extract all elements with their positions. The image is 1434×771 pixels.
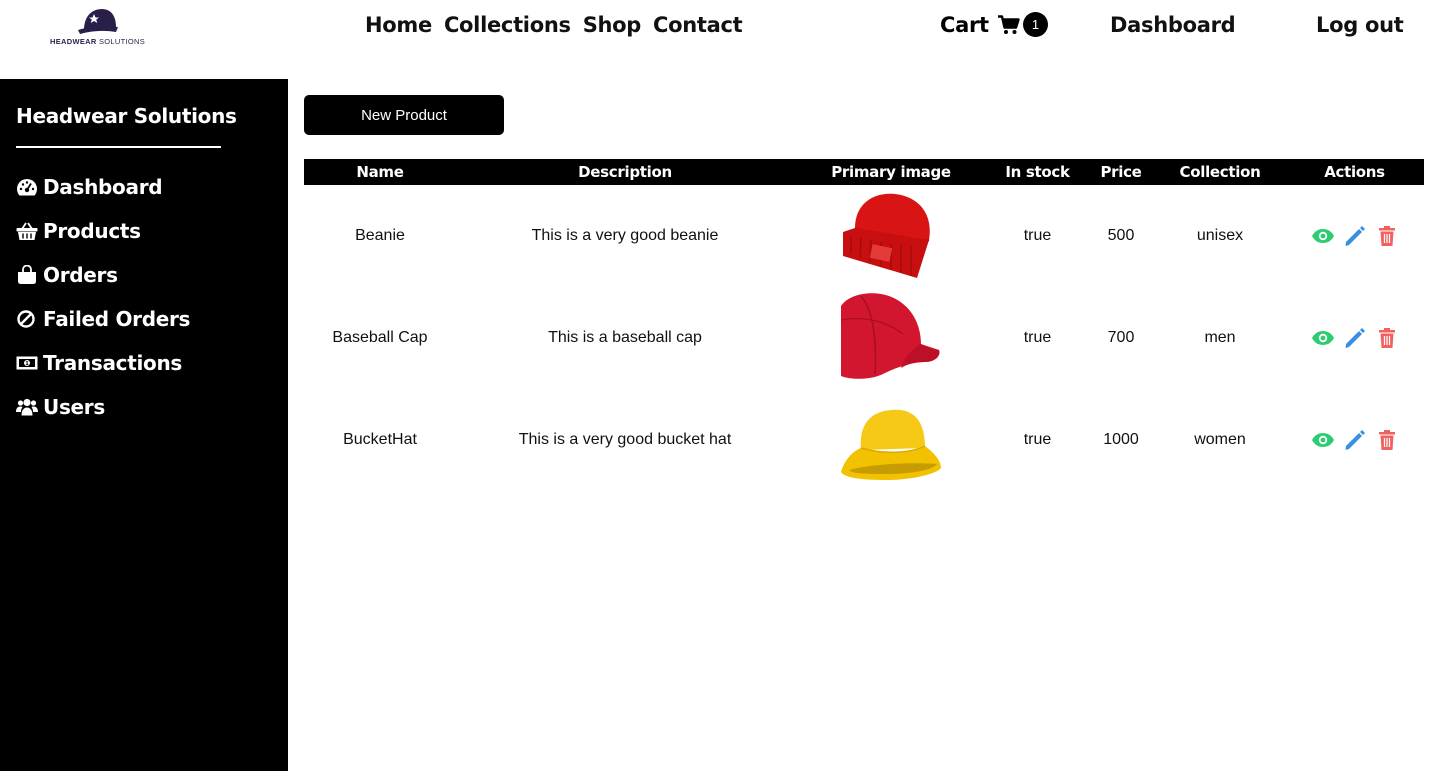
site-logo[interactable]: HEADWEAR SOLUTIONS — [48, 6, 146, 48]
view-button[interactable] — [1311, 428, 1335, 452]
delete-button[interactable] — [1375, 326, 1399, 350]
shopping-bag-icon — [18, 265, 36, 284]
product-price: 500 — [1107, 227, 1135, 244]
logo-text: HEADWEAR SOLUTIONS — [50, 37, 146, 46]
trash-icon — [1378, 328, 1395, 348]
new-product-button[interactable]: New Product — [304, 95, 504, 135]
svg-text:1: 1 — [25, 361, 29, 367]
product-in-stock: true — [1023, 227, 1052, 244]
sidebar-item-label: Orders — [43, 263, 118, 287]
eye-icon — [1311, 331, 1334, 345]
pencil-icon — [1345, 328, 1365, 348]
main-nav: Home Collections Shop Contact — [365, 13, 743, 37]
sidebar-item-label: Products — [43, 219, 141, 243]
nav-shop-link[interactable]: Shop — [583, 13, 642, 37]
sidebar-item-dashboard[interactable]: Dashboard — [16, 165, 190, 209]
column-header-description: Description — [578, 163, 672, 181]
red-baseball-cap-image — [841, 293, 940, 379]
sidebar-item-users[interactable]: Users — [16, 385, 190, 429]
delete-button[interactable] — [1375, 224, 1399, 248]
edit-button[interactable] — [1343, 224, 1367, 248]
sidebar-item-products[interactable]: Products — [16, 209, 190, 253]
product-in-stock: true — [1023, 431, 1052, 448]
product-name: Baseball Cap — [332, 329, 428, 346]
cap-logo-icon — [78, 9, 118, 34]
row-actions — [1285, 389, 1424, 491]
pencil-icon — [1345, 226, 1365, 246]
row-actions — [1285, 287, 1424, 389]
product-description: This is a baseball cap — [548, 329, 702, 346]
red-beanie-image — [843, 193, 930, 278]
product-collection: unisex — [1196, 227, 1244, 244]
product-price: 1000 — [1103, 431, 1139, 448]
sidebar-item-failed-orders[interactable]: Failed Orders — [16, 297, 190, 341]
users-icon — [16, 398, 38, 416]
table-row: Beanie This is a very good beanie true 5… — [304, 185, 1424, 287]
product-name: BucketHat — [343, 431, 417, 448]
table-row: Baseball Cap This is a baseball cap true… — [304, 287, 1424, 389]
product-in-stock: true — [1023, 329, 1052, 346]
top-navbar: HEADWEAR SOLUTIONS Home Collections Shop… — [0, 0, 1434, 79]
product-price: 700 — [1107, 329, 1135, 346]
eye-icon — [1311, 433, 1334, 447]
trash-icon — [1378, 430, 1395, 450]
sidebar-item-label: Failed Orders — [43, 307, 191, 331]
delete-button[interactable] — [1375, 428, 1399, 452]
product-image-cell — [794, 389, 988, 491]
column-header-in-stock: In stock — [1005, 163, 1070, 181]
nav-home-link[interactable]: Home — [365, 13, 432, 37]
eye-icon — [1311, 229, 1334, 243]
basket-icon — [16, 222, 38, 240]
money-bill-icon: 1 — [16, 356, 38, 370]
sidebar-divider — [16, 146, 221, 148]
nav-dashboard-link[interactable]: Dashboard — [1110, 13, 1236, 37]
nav-collections-link[interactable]: Collections — [444, 13, 571, 37]
view-button[interactable] — [1311, 326, 1335, 350]
product-description: This is a very good bucket hat — [518, 431, 732, 448]
admin-sidebar: Headwear Solutions Dashboard Products Or… — [0, 79, 288, 771]
cart-count-badge: 1 — [1023, 12, 1048, 37]
product-name: Beanie — [355, 227, 405, 244]
trash-icon — [1378, 226, 1395, 246]
products-table: Name Description Primary image In stock … — [304, 159, 1424, 491]
column-header-name: Name — [356, 163, 404, 181]
edit-button[interactable] — [1343, 428, 1367, 452]
column-header-actions: Actions — [1324, 163, 1385, 181]
row-actions — [1285, 185, 1424, 287]
sidebar-menu: Dashboard Products Orders Failed Orders … — [16, 165, 190, 429]
sidebar-item-label: Dashboard — [43, 175, 163, 199]
logout-link[interactable]: Log out — [1316, 13, 1404, 37]
sidebar-item-label: Transactions — [43, 351, 182, 375]
column-header-price: Price — [1100, 163, 1142, 181]
shopping-cart-icon — [997, 15, 1020, 34]
ban-icon — [17, 310, 35, 328]
column-header-primary-image: Primary image — [831, 163, 951, 181]
table-row: BucketHat This is a very good bucket hat… — [304, 389, 1424, 491]
product-description: This is a very good beanie — [531, 227, 719, 244]
column-header-collection: Collection — [1179, 163, 1261, 181]
pencil-icon — [1345, 430, 1365, 450]
cart-link[interactable]: Cart 1 — [940, 12, 1048, 37]
dashboard-icon — [17, 179, 37, 196]
sidebar-item-transactions[interactable]: 1 Transactions — [16, 341, 190, 385]
product-collection: men — [1204, 329, 1236, 346]
sidebar-brand: Headwear Solutions — [16, 104, 237, 128]
cart-label: Cart — [940, 13, 989, 37]
yellow-bucket-hat-image — [841, 409, 941, 480]
product-image-cell — [794, 287, 988, 389]
product-collection: women — [1194, 431, 1246, 448]
edit-button[interactable] — [1343, 326, 1367, 350]
sidebar-item-label: Users — [43, 395, 105, 419]
nav-contact-link[interactable]: Contact — [653, 13, 743, 37]
view-button[interactable] — [1311, 224, 1335, 248]
product-image-cell — [794, 185, 988, 287]
sidebar-item-orders[interactable]: Orders — [16, 253, 190, 297]
table-header: Name Description Primary image In stock … — [304, 159, 1424, 185]
